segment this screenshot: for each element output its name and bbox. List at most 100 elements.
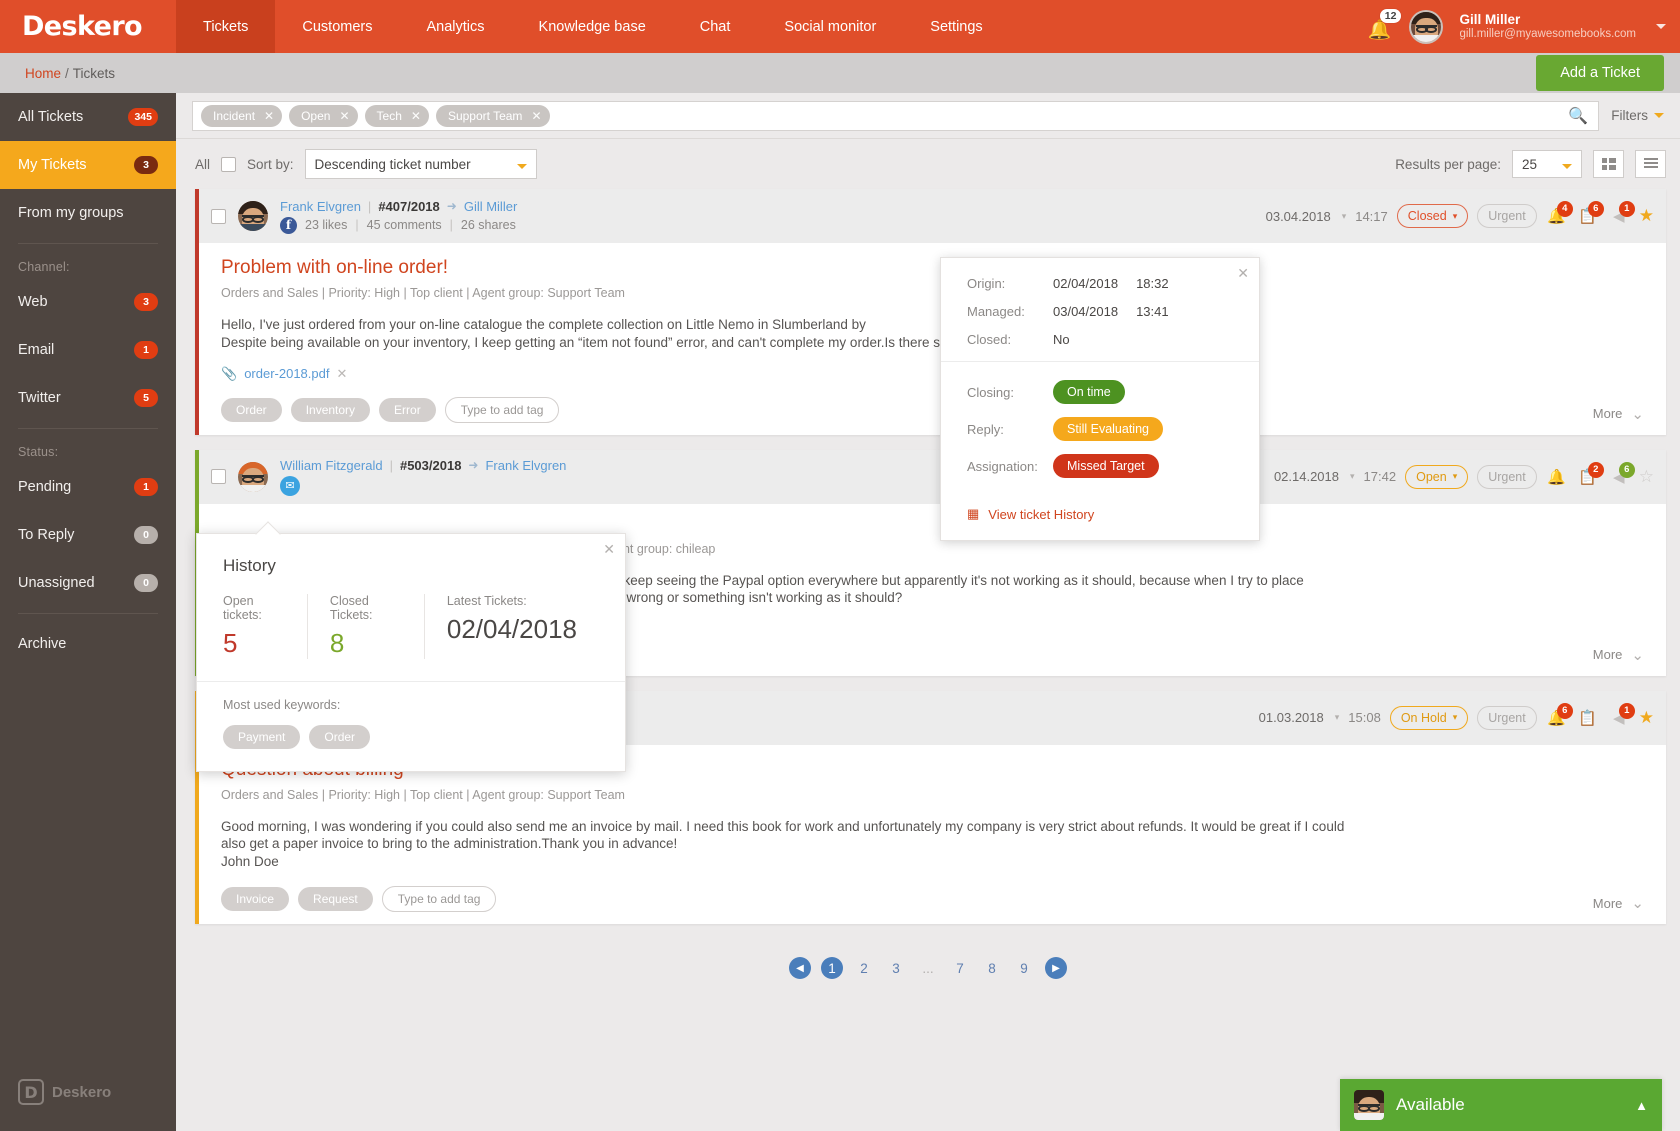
close-icon[interactable]: ✕ bbox=[603, 541, 615, 558]
ticket-date[interactable]: 03.04.2018 bbox=[1266, 209, 1331, 224]
sidebar-item-web[interactable]: Web 3 bbox=[0, 278, 176, 326]
ticket-number[interactable]: #407/2018 bbox=[378, 199, 439, 214]
ticket-number[interactable]: #503/2018 bbox=[400, 458, 461, 473]
chevron-down-icon[interactable]: ▾ bbox=[1342, 211, 1347, 222]
user-menu[interactable]: Gill Miller gill.miller@myawesomebooks.c… bbox=[1459, 12, 1636, 42]
filter-chip-support-team[interactable]: Support Team ✕ bbox=[435, 104, 550, 127]
filters-button[interactable]: Filters bbox=[1611, 108, 1670, 123]
ticket-requester[interactable]: William Fitzgerald bbox=[280, 458, 383, 473]
chevron-down-icon[interactable]: ▾ bbox=[1335, 712, 1340, 723]
ticket-more-button[interactable]: More ⌄ bbox=[1593, 405, 1644, 423]
deskero-logo[interactable]: Deskero bbox=[22, 11, 143, 42]
priority-badge[interactable]: Urgent bbox=[1477, 705, 1537, 730]
nav-item-customers[interactable]: Customers bbox=[275, 0, 399, 53]
tag-chip[interactable]: Invoice bbox=[221, 887, 290, 912]
pagination-page-8[interactable]: 8 bbox=[981, 957, 1003, 979]
sort-by-select[interactable]: Descending ticket number bbox=[304, 149, 537, 179]
sidebar-item-email[interactable]: Email 1 bbox=[0, 326, 176, 374]
tag-chip[interactable]: Request bbox=[298, 887, 373, 912]
reply-icon[interactable]: ◀ 6 bbox=[1608, 461, 1635, 488]
attachment-name[interactable]: order-2018.pdf bbox=[244, 366, 329, 381]
breadcrumb-home[interactable]: Home bbox=[25, 66, 61, 81]
bell-icon[interactable]: 🔔 bbox=[1546, 466, 1568, 488]
pagination-page-2[interactable]: 2 bbox=[853, 957, 875, 979]
sidebar-item-pending[interactable]: Pending 1 bbox=[0, 463, 176, 511]
list-view-button[interactable] bbox=[1635, 150, 1666, 178]
pagination-page-1[interactable]: 1 bbox=[821, 957, 843, 980]
tag-chip[interactable]: Inventory bbox=[290, 397, 371, 422]
pagination-page-3[interactable]: 3 bbox=[885, 957, 907, 979]
bell-icon[interactable]: 🔔 6 bbox=[1546, 702, 1573, 729]
select-all-checkbox[interactable] bbox=[221, 156, 237, 172]
chevron-down-icon[interactable]: ▾ bbox=[1350, 471, 1355, 482]
close-icon[interactable]: ✕ bbox=[411, 109, 421, 123]
status-badge[interactable]: Closed ▾ bbox=[1396, 204, 1469, 228]
grid-view-button[interactable] bbox=[1593, 150, 1624, 178]
star-icon[interactable]: ☆ bbox=[1639, 467, 1654, 487]
nav-item-chat[interactable]: Chat bbox=[673, 0, 758, 53]
logo-area[interactable]: Deskero bbox=[0, 0, 176, 53]
sidebar-item-from-my-groups[interactable]: From my groups bbox=[0, 189, 176, 237]
add-ticket-button[interactable]: Add a Ticket bbox=[1536, 55, 1664, 91]
nav-item-analytics[interactable]: Analytics bbox=[400, 0, 512, 53]
close-icon[interactable]: ✕ bbox=[1237, 265, 1249, 282]
tag-chip[interactable]: Error bbox=[379, 397, 436, 422]
sidebar-item-archive[interactable]: Archive bbox=[0, 620, 176, 668]
availability-bar[interactable]: Available ▲ bbox=[1340, 1079, 1662, 1131]
keyword-chip[interactable]: Payment bbox=[223, 725, 301, 749]
nav-item-tickets[interactable]: Tickets bbox=[176, 0, 276, 53]
status-badge[interactable]: On Hold ▾ bbox=[1389, 705, 1469, 730]
nav-item-settings[interactable]: Settings bbox=[903, 0, 1009, 53]
note-icon[interactable]: 📋 6 bbox=[1577, 201, 1604, 227]
notifications-button[interactable]: 🔔 12 bbox=[1367, 8, 1402, 42]
close-icon[interactable]: ✕ bbox=[264, 109, 274, 123]
priority-badge[interactable]: Urgent bbox=[1477, 204, 1537, 228]
ticket-date[interactable]: 01.03.2018 bbox=[1259, 710, 1324, 725]
ticket-checkbox[interactable] bbox=[211, 208, 226, 224]
ticket-more-button[interactable]: More ⌄ bbox=[1593, 646, 1644, 664]
star-icon[interactable]: ★ bbox=[1639, 708, 1654, 728]
pagination-prev[interactable]: ◀ bbox=[789, 957, 811, 980]
sidebar-item-my-tickets[interactable]: My Tickets 3 bbox=[0, 141, 176, 189]
email-icon[interactable]: ✉ bbox=[280, 475, 300, 496]
sidebar-item-all-tickets[interactable]: All Tickets 345 bbox=[0, 93, 176, 141]
filter-chip-incident[interactable]: Incident ✕ bbox=[201, 104, 283, 127]
ticket-date[interactable]: 02.14.2018 bbox=[1274, 469, 1339, 484]
tag-chip[interactable]: Order bbox=[221, 397, 282, 422]
avatar[interactable] bbox=[1409, 9, 1444, 44]
status-badge[interactable]: Open ▾ bbox=[1405, 464, 1469, 489]
reply-icon[interactable]: ◀ 1 bbox=[1608, 702, 1635, 729]
add-tag-input[interactable]: Type to add tag bbox=[381, 886, 497, 913]
pagination-next[interactable]: ▶ bbox=[1045, 957, 1067, 980]
ticket-requester[interactable]: Frank Elvgren bbox=[280, 199, 361, 214]
pagination-page-7[interactable]: 7 bbox=[949, 957, 971, 979]
search-icon[interactable]: 🔍 bbox=[1568, 106, 1590, 126]
reply-icon[interactable]: ◀ 1 bbox=[1608, 201, 1635, 227]
facebook-icon[interactable]: f bbox=[280, 216, 297, 234]
ticket-assignee[interactable]: Frank Elvgren bbox=[485, 458, 566, 473]
pagination-page-9[interactable]: 9 bbox=[1013, 957, 1035, 979]
ticket-assignee[interactable]: Gill Miller bbox=[464, 199, 517, 214]
priority-badge[interactable]: Urgent bbox=[1477, 464, 1537, 489]
avatar[interactable] bbox=[1354, 1090, 1384, 1120]
note-icon[interactable]: 📋 2 bbox=[1577, 461, 1604, 488]
chevron-up-icon[interactable]: ▲ bbox=[1635, 1098, 1648, 1113]
search-input[interactable]: Incident ✕ Open ✕ Tech ✕ Support Team ✕ bbox=[192, 100, 1600, 131]
note-icon[interactable]: 📋 bbox=[1577, 707, 1599, 729]
nav-item-social-monitor[interactable]: Social monitor bbox=[757, 0, 903, 53]
ticket-checkbox[interactable] bbox=[211, 469, 226, 485]
chevron-down-icon[interactable] bbox=[1656, 24, 1666, 29]
close-icon[interactable]: ✕ bbox=[336, 366, 347, 382]
filter-chip-open[interactable]: Open ✕ bbox=[289, 104, 358, 127]
bell-icon[interactable]: 🔔 4 bbox=[1546, 201, 1573, 227]
star-icon[interactable]: ★ bbox=[1639, 206, 1654, 226]
sidebar-item-twitter[interactable]: Twitter 5 bbox=[0, 374, 176, 422]
avatar[interactable] bbox=[238, 461, 268, 492]
keyword-chip[interactable]: Order bbox=[309, 725, 371, 749]
view-ticket-history-link[interactable]: View ticket History bbox=[988, 507, 1094, 522]
nav-item-knowledge-base[interactable]: Knowledge base bbox=[512, 0, 673, 53]
ticket-more-button[interactable]: More ⌄ bbox=[1593, 894, 1644, 912]
sidebar-item-to-reply[interactable]: To Reply 0 bbox=[0, 511, 176, 559]
ticket-title[interactable]: Problem with on-line order! bbox=[221, 257, 1644, 279]
add-tag-input[interactable]: Type to add tag bbox=[444, 396, 560, 423]
